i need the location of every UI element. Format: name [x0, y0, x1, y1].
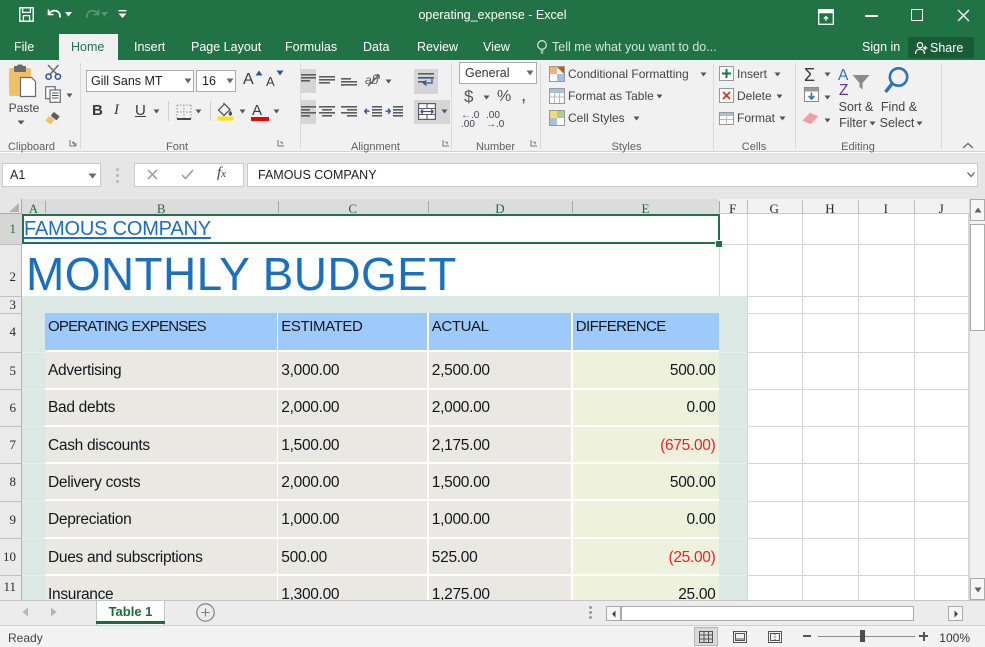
svg-text:Z: Z [839, 82, 848, 99]
